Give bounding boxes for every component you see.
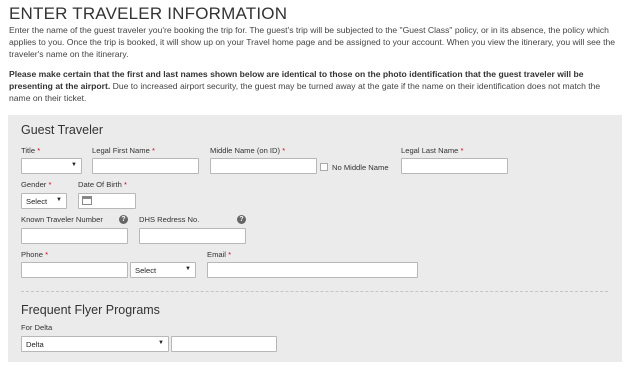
page: ENTER TRAVELER INFORMATION Enter the nam… — [0, 0, 632, 374]
phone-label: Phone * — [21, 250, 49, 259]
dob-input[interactable] — [78, 193, 136, 209]
gender-select-value: Select — [26, 197, 48, 206]
dhs-help-icon[interactable]: ? — [237, 215, 246, 224]
title-label: Title * — [21, 146, 41, 155]
middle-name-label: Middle Name (on ID) * — [210, 146, 286, 155]
dhs-input[interactable] — [139, 228, 246, 244]
for-delta-label: For Delta — [21, 323, 53, 332]
gender-label: Gender * — [21, 180, 52, 189]
calendar-icon[interactable] — [82, 196, 92, 205]
chevron-down-icon: ▼ — [71, 162, 77, 168]
email-label: Email * — [207, 250, 232, 259]
no-middle-name-checkbox[interactable] — [320, 163, 328, 171]
dhs-label: DHS Redress No. — [139, 215, 200, 224]
intro-text: Enter the name of the guest traveler you… — [9, 25, 616, 60]
chevron-down-icon: ▼ — [158, 340, 164, 346]
frequent-flyer-number-input[interactable] — [171, 336, 277, 352]
gender-select[interactable]: Select ▼ — [21, 193, 67, 209]
no-middle-name-label: No Middle Name — [332, 163, 389, 172]
section-divider — [21, 291, 608, 292]
first-name-input[interactable] — [92, 158, 199, 174]
ktn-help-icon[interactable]: ? — [119, 215, 128, 224]
title-select[interactable]: ▼ — [21, 158, 82, 174]
first-name-label: Legal First Name * — [92, 146, 155, 155]
chevron-down-icon: ▼ — [56, 197, 62, 203]
traveler-form-panel: Guest Traveler Title * ▼ Legal First Nam… — [8, 115, 622, 362]
middle-name-input[interactable] — [210, 158, 317, 174]
phone-input[interactable] — [21, 262, 128, 278]
phone-type-select[interactable]: Select ▼ — [130, 262, 196, 278]
phone-type-value: Select — [135, 266, 157, 275]
email-input[interactable] — [207, 262, 418, 278]
guest-traveler-heading: Guest Traveler — [21, 123, 103, 137]
last-name-input[interactable] — [401, 158, 508, 174]
warning-text: Please make certain that the first and l… — [9, 68, 621, 105]
frequent-flyer-airline-select[interactable]: Delta ▼ — [21, 336, 169, 352]
last-name-label: Legal Last Name * — [401, 146, 464, 155]
ktn-label: Known Traveler Number — [21, 215, 103, 224]
airline-select-value: Delta — [26, 340, 44, 349]
frequent-flyer-heading: Frequent Flyer Programs — [21, 303, 160, 317]
page-title: ENTER TRAVELER INFORMATION — [9, 4, 288, 23]
dob-label: Date Of Birth * — [78, 180, 127, 189]
chevron-down-icon: ▼ — [185, 266, 191, 272]
ktn-input[interactable] — [21, 228, 128, 244]
